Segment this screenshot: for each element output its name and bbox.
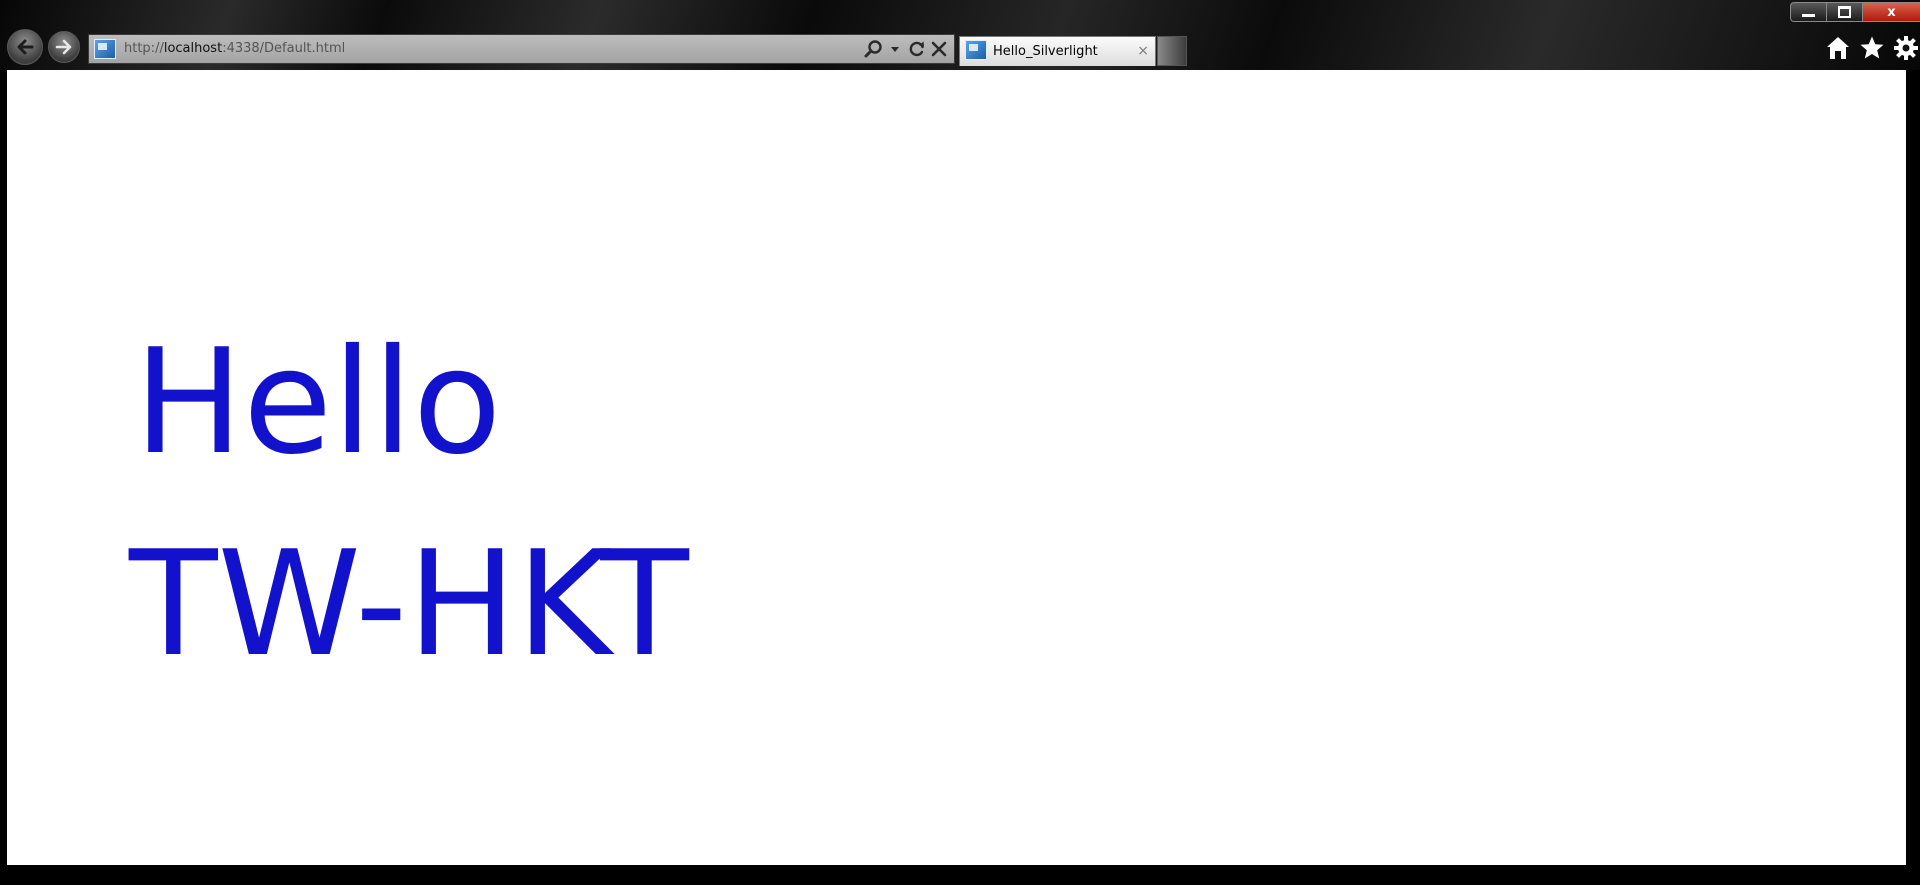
minimize-button[interactable] bbox=[1790, 2, 1826, 22]
forward-button[interactable] bbox=[48, 31, 80, 63]
gear-icon bbox=[1894, 36, 1918, 60]
tab-hello-silverlight[interactable]: Hello_Silverlight × bbox=[959, 36, 1156, 66]
address-url[interactable]: http://localhost:4338/Default.html bbox=[124, 41, 345, 56]
address-dropdown-button[interactable] bbox=[884, 38, 906, 60]
home-button[interactable] bbox=[1824, 34, 1852, 62]
stop-button[interactable] bbox=[928, 38, 950, 60]
maximize-icon bbox=[1838, 6, 1851, 18]
forward-arrow-icon bbox=[55, 39, 72, 55]
tab-title: Hello_Silverlight bbox=[993, 44, 1098, 59]
home-icon bbox=[1827, 37, 1849, 59]
tab-favicon-icon bbox=[965, 40, 987, 60]
close-window-button[interactable]: x bbox=[1862, 2, 1920, 22]
stop-icon bbox=[931, 41, 947, 57]
url-scheme: http:// bbox=[124, 41, 164, 56]
address-tools bbox=[862, 38, 950, 60]
back-arrow-icon bbox=[17, 39, 34, 55]
hello-text: Hello bbox=[134, 318, 502, 487]
window-right-border bbox=[1906, 70, 1920, 885]
back-button[interactable] bbox=[7, 29, 43, 65]
url-path: :4338/Default.html bbox=[222, 41, 346, 56]
close-window-label: x bbox=[1887, 4, 1896, 20]
maximize-button[interactable] bbox=[1826, 2, 1862, 22]
new-tab-button[interactable] bbox=[1157, 36, 1187, 66]
browser-chrome: x http://localhost:4338/Default.html Hel… bbox=[0, 0, 1920, 71]
address-bar[interactable]: http://localhost:4338/Default.html bbox=[88, 34, 955, 64]
minimize-icon bbox=[1802, 13, 1815, 17]
command-icons bbox=[1824, 34, 1920, 62]
screen: x http://localhost:4338/Default.html Hel… bbox=[0, 0, 1920, 885]
tw-hkt-text: TW-HKT bbox=[129, 520, 689, 689]
chevron-down-icon bbox=[891, 47, 899, 52]
refresh-icon bbox=[909, 41, 924, 57]
search-button[interactable] bbox=[862, 38, 884, 60]
tab-close-button[interactable]: × bbox=[1137, 43, 1149, 59]
star-icon bbox=[1860, 36, 1884, 59]
favorites-button[interactable] bbox=[1858, 34, 1886, 62]
url-host: localhost bbox=[163, 41, 223, 56]
search-icon bbox=[864, 40, 882, 58]
page-content: Hello TW-HKT bbox=[7, 70, 1906, 865]
site-favicon-icon bbox=[94, 39, 116, 59]
refresh-button[interactable] bbox=[906, 38, 928, 60]
tools-button[interactable] bbox=[1892, 34, 1920, 62]
window-controls: x bbox=[1790, 2, 1920, 22]
